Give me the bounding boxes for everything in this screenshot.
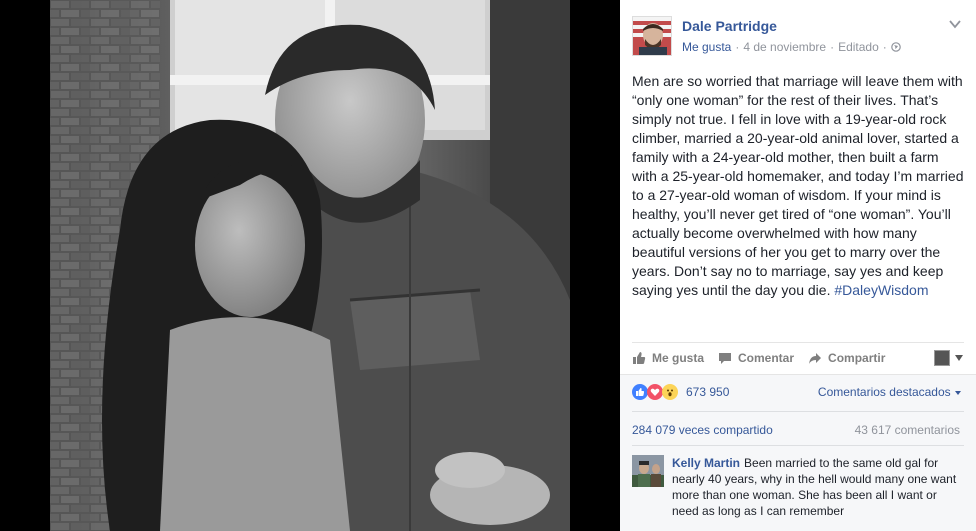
share-button[interactable]: Compartir: [808, 351, 885, 365]
post-photo-viewer[interactable]: [0, 0, 620, 531]
edited-label[interactable]: Editado: [838, 40, 879, 54]
actor-avatar: [934, 349, 950, 366]
meta-separator: ·: [830, 40, 835, 54]
like-label: Me gusta: [652, 350, 705, 365]
engagement-section: 673 950 Comentarios destacados 284 079 v…: [620, 374, 976, 531]
post-as-selector[interactable]: [934, 349, 964, 366]
wow-reaction-icon: [662, 384, 678, 400]
couple-photo-illustration: [50, 0, 570, 531]
featured-comments-dropdown[interactable]: Comentarios destacados: [818, 385, 962, 399]
like-button[interactable]: Me gusta: [632, 351, 704, 365]
post-action-bar: Me gusta Comentar Compartir: [632, 342, 964, 372]
post-date[interactable]: 4 de noviembre: [743, 40, 826, 54]
meta-separator: ·: [735, 40, 740, 54]
post-body-text: Men are so worried that marriage will le…: [632, 73, 964, 298]
share-arrow-icon: [809, 352, 822, 364]
commenter-avatar-image: [632, 455, 664, 487]
post-meta: Me gusta · 4 de noviembre · Editado ·: [682, 40, 901, 54]
reactions-summary[interactable]: 673 950: [632, 384, 729, 400]
author-avatar-image: [633, 17, 671, 55]
hashtag-link[interactable]: #DaleyWisdom: [834, 282, 928, 298]
chevron-down-icon[interactable]: [948, 18, 962, 30]
thumbs-up-icon: [633, 351, 646, 364]
post-side-panel: Dale Partridge Me gusta · 4 de noviembre…: [620, 0, 976, 531]
share-label: Compartir: [828, 350, 886, 365]
featured-comments-label: Comentarios destacados: [817, 385, 951, 399]
divider: [632, 445, 964, 446]
comments-count[interactable]: 43 617 comentarios: [855, 423, 960, 437]
love-reaction-icon: [647, 384, 663, 400]
reactions-count: 673 950: [686, 385, 730, 399]
like-reaction-icon: [632, 384, 648, 400]
meta-separator: ·: [882, 40, 887, 54]
page-like-link[interactable]: Me gusta: [682, 40, 731, 54]
speech-bubble-icon: [719, 352, 732, 364]
post-message: Men are so worried that marriage will le…: [632, 72, 966, 300]
author-avatar[interactable]: [632, 16, 672, 56]
globe-icon[interactable]: [890, 42, 901, 52]
commenter-name[interactable]: Kelly Martin: [672, 456, 740, 470]
divider: [632, 411, 964, 412]
commenter-avatar[interactable]: [632, 455, 664, 487]
comment-button[interactable]: Comentar: [718, 351, 794, 365]
shares-count[interactable]: 284 079 veces compartido: [632, 423, 773, 437]
author-name[interactable]: Dale Partridge: [682, 18, 777, 34]
caret-down-icon: [955, 354, 963, 361]
couple-photo: [50, 0, 570, 531]
caret-down-icon: [955, 391, 961, 395]
comment-label: Comentar: [738, 350, 795, 365]
comment-body: Kelly Martin Been married to the same old…: [672, 455, 962, 519]
